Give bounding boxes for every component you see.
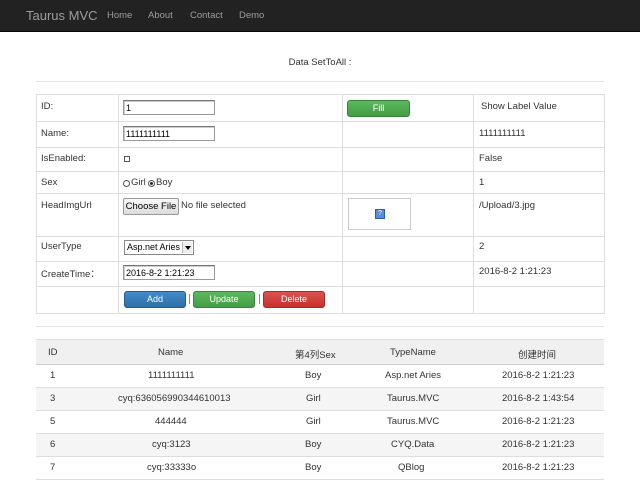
label-name: Name: bbox=[41, 128, 69, 139]
navbar: Taurus MVC Home About Contact Demo bbox=[0, 0, 640, 32]
label-headimgurl: HeadImgUrl bbox=[41, 200, 92, 211]
divider bbox=[36, 81, 604, 82]
add-button[interactable]: Add bbox=[124, 291, 186, 308]
broken-image-icon: ? bbox=[375, 209, 385, 219]
head-image-preview: ? bbox=[348, 198, 411, 230]
brand-link[interactable]: Taurus MVC bbox=[26, 8, 98, 23]
col-header-name: Name bbox=[158, 347, 184, 358]
name-value: 1111111111 bbox=[479, 128, 526, 139]
sex-girl-radio[interactable] bbox=[123, 180, 130, 187]
isenabled-checkbox[interactable] bbox=[124, 156, 130, 162]
col-header-createtime: 创建时间 bbox=[518, 350, 557, 361]
col-header-id: ID bbox=[48, 347, 58, 358]
nav-about[interactable]: About bbox=[148, 10, 173, 21]
usertype-select[interactable]: Asp.net Aries bbox=[124, 240, 194, 255]
headimgurl-value: /Upload/3.jpg bbox=[479, 200, 535, 211]
sex-girl-label: Girl bbox=[131, 177, 146, 188]
usertype-selected: Asp.net Aries bbox=[127, 242, 181, 252]
update-button[interactable]: Update bbox=[193, 291, 255, 308]
label-isenabled: IsEnabled: bbox=[41, 153, 86, 164]
label-createtime: CreateTime： bbox=[41, 269, 100, 280]
divider bbox=[36, 326, 604, 327]
sex-value: 1 bbox=[479, 177, 485, 188]
file-status: No file selected bbox=[181, 200, 246, 211]
show-label-header: Show Label Value bbox=[481, 101, 557, 112]
id-input[interactable] bbox=[123, 100, 215, 115]
sex-boy-radio[interactable] bbox=[148, 180, 155, 187]
form-title: Data SetToAll : bbox=[288, 57, 352, 68]
col-header-sex: 第4列Sex bbox=[295, 350, 336, 361]
createtime-value: 2016-8-2 1:21:23 bbox=[479, 266, 552, 277]
delete-button[interactable]: Delete bbox=[263, 291, 325, 308]
label-id: ID: bbox=[41, 101, 54, 112]
sex-boy-label: Boy bbox=[156, 177, 173, 188]
label-usertype: UserType bbox=[41, 241, 82, 252]
label-sex: Sex bbox=[41, 177, 58, 188]
nav-home[interactable]: Home bbox=[107, 10, 132, 21]
col-header-typename: TypeName bbox=[390, 347, 436, 358]
choose-file-button[interactable]: Choose File bbox=[123, 198, 179, 215]
fill-button[interactable]: Fill bbox=[347, 100, 410, 117]
nav-demo[interactable]: Demo bbox=[239, 10, 264, 21]
name-input[interactable] bbox=[123, 126, 215, 141]
isenabled-value: False bbox=[479, 153, 503, 164]
chevron-down-icon bbox=[182, 242, 192, 253]
createtime-input[interactable] bbox=[123, 265, 215, 280]
nav-contact[interactable]: Contact bbox=[190, 10, 223, 21]
usertype-value: 2 bbox=[479, 241, 485, 252]
